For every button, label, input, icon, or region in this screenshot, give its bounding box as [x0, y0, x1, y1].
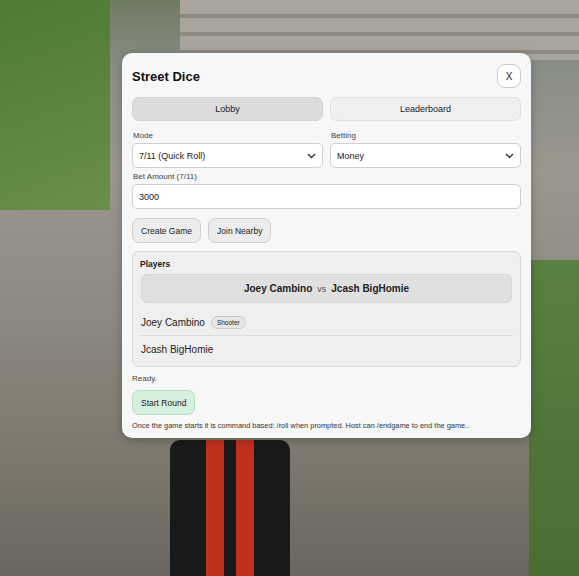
- tab[interactable]: Lobby: [132, 97, 323, 121]
- join-nearby-button[interactable]: Join Nearby: [208, 218, 271, 243]
- panel-title: Street Dice: [132, 69, 200, 84]
- game-scene: Street Dice X Lobby Leaderboard Mode 7/11 (Qu…: [0, 0, 579, 576]
- action-buttons: Create Game Join Nearby: [132, 218, 521, 243]
- select-value: Money: [337, 151, 364, 161]
- player-name: Joey Cambino: [141, 317, 205, 328]
- panel-header: Street Dice X: [132, 63, 521, 89]
- player-row: Joey Cambino Shooter: [140, 309, 513, 335]
- mode-betting-row: Mode 7/11 (Quick Roll) Betting Money: [132, 127, 521, 168]
- vs-label: vs: [317, 284, 326, 294]
- background-grass: [529, 260, 579, 576]
- player-name: Joey Cambino: [244, 283, 312, 294]
- select-value: 7/11 (Quick Roll): [139, 151, 205, 161]
- status-text: Ready.: [132, 374, 521, 383]
- street-dice-panel: Street Dice X Lobby Leaderboard Mode 7/11 (Qu…: [122, 53, 531, 438]
- field-label: Mode: [133, 131, 323, 140]
- betting-field: Betting Money: [330, 127, 521, 168]
- player-row: Jcash BigHomie: [140, 335, 513, 362]
- create-game-button[interactable]: Create Game: [132, 218, 201, 243]
- tab-bar: Lobby Leaderboard: [132, 97, 521, 121]
- matchup-banner: Joey Cambino vs Jcash BigHomie: [141, 274, 512, 303]
- field-label: Betting: [331, 131, 521, 140]
- chevron-down-icon: [307, 153, 316, 159]
- betting-select[interactable]: Money: [330, 143, 521, 168]
- player-name: Jcash BigHomie: [331, 283, 409, 294]
- close-button[interactable]: X: [497, 64, 521, 88]
- help-text: Once the game starts it is command based…: [132, 421, 521, 430]
- background-grass: [0, 0, 110, 210]
- mode-select[interactable]: 7/11 (Quick Roll): [132, 143, 323, 168]
- start-round-button[interactable]: Start Round: [132, 390, 195, 415]
- mode-field: Mode 7/11 (Quick Roll): [132, 127, 323, 168]
- bet-amount-input[interactable]: [132, 184, 521, 209]
- player-name: Jcash BigHomie: [141, 344, 213, 355]
- chevron-down-icon: [505, 153, 514, 159]
- role-badge: Shooter: [211, 316, 246, 329]
- players-box: PlayersJoey CambinovsJcash BigHomieJoey …: [132, 251, 521, 367]
- player-character: [170, 440, 290, 576]
- players-title: Players: [140, 259, 513, 269]
- background-steps: [180, 0, 579, 60]
- field-label: Bet Amount (7/11): [133, 172, 521, 181]
- tab[interactable]: Leaderboard: [330, 97, 521, 121]
